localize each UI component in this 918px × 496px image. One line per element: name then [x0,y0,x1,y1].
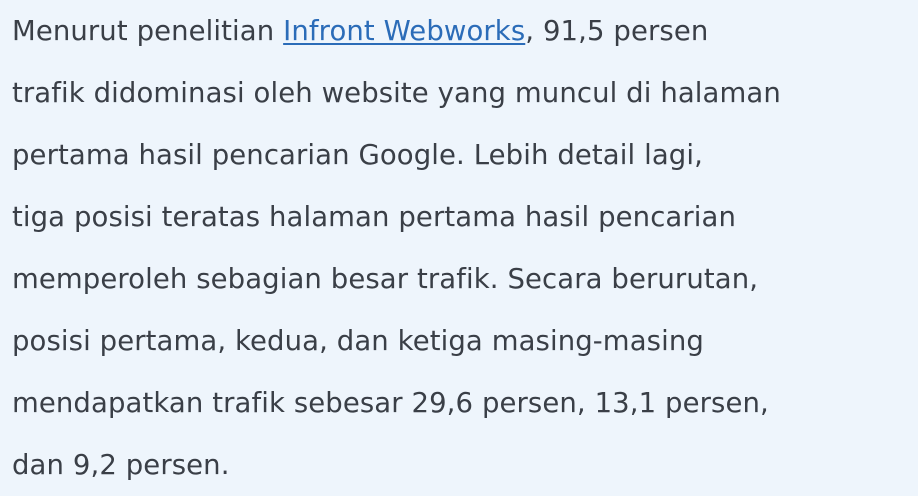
paragraph-line: posisi pertama, kedua, dan ketiga masing… [12,325,704,357]
paragraph-line: pertama hasil pencarian Google. Lebih de… [12,139,703,171]
paragraph-line: Menurut penelitian Infront Webworks, 91,… [12,0,912,62]
article-paragraph: Menurut penelitian Infront Webworks, 91,… [12,0,912,496]
text-segment: , 91,5 persen [525,15,709,47]
paragraph-line: dan 9,2 persen. [12,449,230,481]
paragraph-line: mendapatkan trafik sebesar 29,6 persen, … [12,387,769,419]
paragraph-line: tiga posisi teratas halaman pertama hasi… [12,201,737,233]
paragraph-line: trafik didominasi oleh website yang munc… [12,77,781,109]
text-segment: Menurut penelitian [12,15,284,47]
infront-webworks-link[interactable]: Infront Webworks [283,15,525,47]
paragraph-line: memperoleh sebagian besar trafik. Secara… [12,263,759,295]
